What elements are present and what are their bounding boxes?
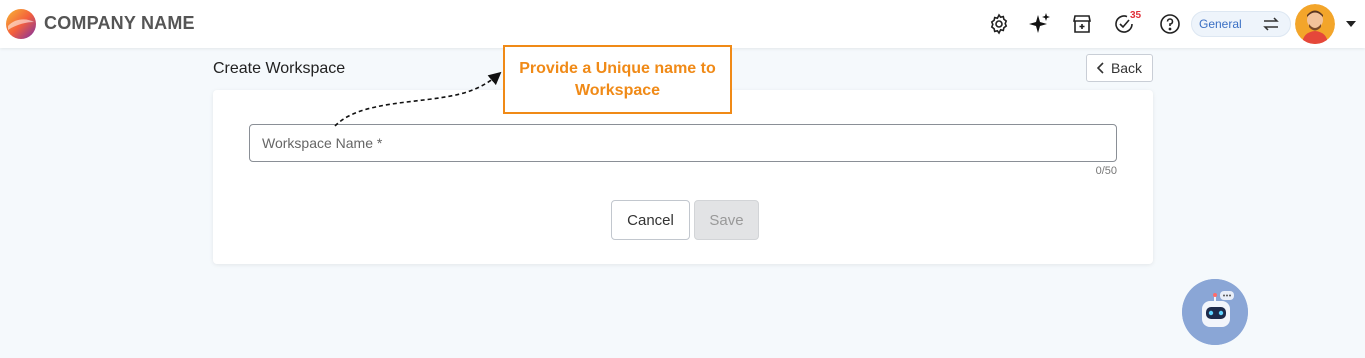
tasks-count-badge: 35 xyxy=(1130,10,1142,21)
user-avatar[interactable] xyxy=(1295,4,1335,44)
store-icon[interactable] xyxy=(1070,12,1094,36)
instruction-callout: Provide a Unique name to Workspace xyxy=(503,45,732,114)
workspace-switcher-label: General xyxy=(1199,17,1242,31)
swap-arrows-icon[interactable] xyxy=(1259,12,1283,36)
cancel-button[interactable]: Cancel xyxy=(611,200,690,240)
chevron-left-icon xyxy=(1096,62,1104,74)
page-title: Create Workspace xyxy=(213,60,346,77)
help-icon[interactable] xyxy=(1158,12,1182,36)
company-logo[interactable] xyxy=(5,8,37,40)
chevron-down-icon[interactable] xyxy=(1346,21,1356,27)
character-counter: 0/50 xyxy=(1095,165,1117,177)
brand-name: COMPANY NAME xyxy=(44,13,195,33)
back-button[interactable]: Back xyxy=(1086,54,1153,82)
ai-sparkle-icon[interactable] xyxy=(1028,12,1052,36)
settings-gear-icon[interactable] xyxy=(987,12,1011,36)
chatbot-assistant-icon[interactable] xyxy=(1182,279,1248,345)
save-button[interactable]: Save xyxy=(694,200,759,240)
back-button-label: Back xyxy=(1110,60,1143,76)
workspace-name-input[interactable] xyxy=(249,124,1117,162)
